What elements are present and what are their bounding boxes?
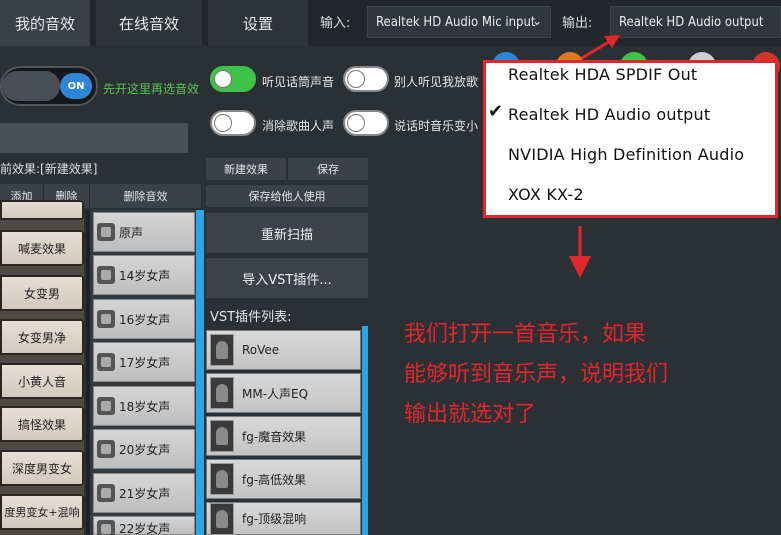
list-item[interactable]: 搞怪效果 (0, 406, 84, 442)
list-item[interactable]: 18岁女声 (93, 386, 195, 426)
others-hear-label: 别人听见我放歌 (394, 75, 479, 89)
list-item[interactable]: 16岁女声 (93, 299, 195, 339)
vst-thumbnail-icon (210, 377, 234, 409)
output-device-select[interactable]: Realtek HD Audio output (610, 6, 781, 38)
output-device-value: Realtek HD Audio output (619, 14, 764, 30)
input-device-select[interactable]: Realtek HD Audio Mic input ⌄ (367, 6, 551, 38)
remove-vocal-switch[interactable] (210, 110, 256, 136)
vst-list-label: VST插件列表: (210, 310, 292, 325)
chevron-down-icon: ⌄ (532, 14, 542, 29)
save-for-others-button[interactable]: 保存给他人使用 (205, 184, 369, 208)
arrow-down-icon (569, 226, 591, 278)
list-item[interactable]: 原声 (93, 212, 195, 252)
dropdown-item-spdif[interactable]: Realtek HDA SPDIF Out (508, 65, 697, 84)
vst-scrollbar[interactable] (362, 326, 368, 535)
list-item[interactable]: 21岁女声 (93, 473, 195, 513)
main-toggle-hint: 先开这里再选音效 (103, 82, 200, 96)
dropdown-item-nvidia[interactable]: NVIDIA High Definition Audio (508, 145, 744, 164)
talk-music-switch[interactable] (343, 110, 389, 136)
import-vst-button[interactable]: 导入VST插件... (205, 257, 369, 299)
new-effect-button[interactable]: 新建效果 (205, 157, 287, 181)
preset-icon (97, 223, 115, 241)
current-effect-label: 前效果:[新建效果] (0, 162, 98, 176)
list-item[interactable]: fg-高低效果 (206, 459, 361, 499)
list-item[interactable]: 度男变女+混响 (0, 494, 84, 530)
output-device-dropdown: Realtek HDA SPDIF Out ✔ Realtek HD Audio… (483, 60, 778, 218)
list-item[interactable]: 深度男变女 (0, 450, 84, 486)
annotation-line-1: 我们打开一首音乐，如果 (404, 322, 647, 347)
save-button[interactable]: 保存 (287, 157, 369, 181)
toggle-on-badge: ON (60, 73, 92, 99)
preset-icon (97, 397, 115, 415)
main-toggle[interactable]: ON (0, 66, 98, 106)
vst-thumbnail-icon (210, 502, 234, 535)
input-label: 输入: (320, 16, 351, 31)
annotation-line-3: 输出就选对了 (404, 402, 537, 427)
vst-thumbnail-icon (210, 463, 234, 495)
toggle-knob (2, 71, 60, 101)
list-item[interactable]: 喊麦效果 (0, 230, 84, 266)
list-scrollbar-accent[interactable] (196, 210, 204, 535)
list-item[interactable]: 女变男净 (0, 319, 84, 355)
list-item[interactable] (0, 200, 84, 220)
preset-icon (97, 520, 115, 535)
checkmark-icon: ✔ (488, 101, 504, 122)
preset-icon (97, 484, 115, 502)
hear-mic-label: 听见话筒声音 (262, 75, 335, 89)
effect-name-field[interactable] (0, 123, 188, 153)
tab-online-effects[interactable]: 在线音效 (96, 0, 202, 46)
delete-effect-button[interactable]: 删除音效 (90, 184, 202, 208)
list-item[interactable]: 小黄人音 (0, 363, 84, 399)
list-item[interactable]: fg-顶级混响 (206, 502, 361, 535)
tab-settings[interactable]: 设置 (208, 0, 308, 46)
list-item[interactable]: RoVee (206, 330, 361, 370)
talk-music-label: 说话时音乐变小 (394, 119, 479, 133)
output-label: 输出: (562, 16, 593, 31)
tab-my-effects[interactable]: 我的音效 (0, 0, 90, 46)
vst-thumbnail-icon (210, 420, 234, 452)
list-item[interactable]: 20岁女声 (93, 429, 195, 469)
rescan-button[interactable]: 重新扫描 (205, 212, 369, 254)
preset-icon (97, 310, 115, 328)
list-item[interactable]: fg-魔音效果 (206, 416, 361, 456)
others-hear-switch[interactable] (343, 66, 389, 92)
hear-mic-switch[interactable] (210, 66, 256, 92)
list-item[interactable]: 女变男 (0, 275, 84, 311)
preset-icon (97, 440, 115, 458)
list-item[interactable]: 14岁女声 (93, 255, 195, 295)
list-item[interactable]: MM-人声EQ (206, 373, 361, 413)
annotation-line-2: 能够听到音乐声，说明我们 (404, 362, 669, 387)
dropdown-item-xox[interactable]: XOX KX-2 (508, 185, 584, 204)
list-item[interactable]: 22岁女声 (93, 516, 195, 535)
input-device-value: Realtek HD Audio Mic input (376, 14, 536, 30)
vst-thumbnail-icon (210, 334, 234, 366)
list-item[interactable]: 17岁女声 (93, 342, 195, 382)
annotation-text: 我们打开一首音乐，如果 能够听到音乐声，说明我们 输出就选对了 (404, 315, 668, 435)
preset-icon (97, 266, 115, 284)
dropdown-item-hd-audio[interactable]: Realtek HD Audio output (508, 105, 710, 124)
remove-vocal-label: 消除歌曲人声 (262, 119, 335, 133)
preset-icon (97, 353, 115, 371)
